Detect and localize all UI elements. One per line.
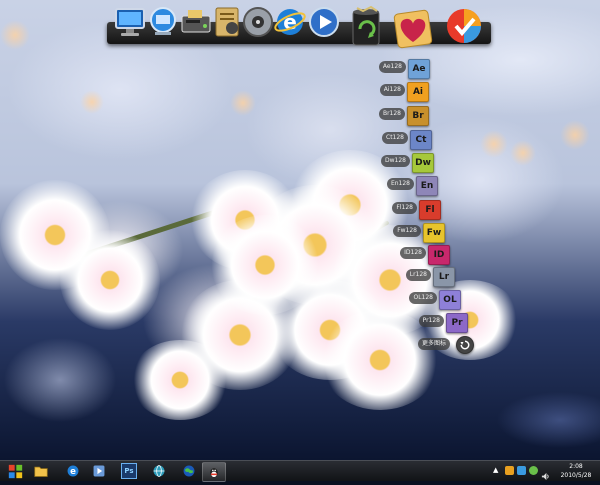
svg-text:e: e	[70, 467, 76, 477]
stack-item[interactable]: Fw128 Fw	[393, 223, 445, 243]
bokeh	[80, 90, 104, 114]
encore-icon[interactable]: En	[416, 176, 438, 196]
start-button[interactable]	[4, 462, 26, 480]
stack-item[interactable]: Ct128 Ct	[382, 130, 432, 150]
stack-item[interactable]: Pr128 Pr	[418, 313, 468, 333]
stack-item[interactable]: En128 En	[386, 176, 438, 196]
stack-item-label: Pr128	[418, 315, 444, 327]
earth-icon[interactable]	[178, 462, 200, 480]
stack-item-label: Lr128	[405, 269, 431, 281]
tray-app-icon[interactable]	[505, 466, 514, 475]
stack-item[interactable]: ID128 ID	[400, 245, 450, 265]
stack-item-more[interactable]: 更多图标	[417, 336, 474, 354]
contribute-icon[interactable]: Ct	[410, 130, 432, 150]
volume-icon[interactable]	[541, 466, 550, 481]
network-globe-icon[interactable]	[148, 462, 170, 480]
stack-item-label: Ai128	[379, 84, 405, 96]
taskbar: e Ps ▲ 2:08 2010/5/28	[0, 460, 600, 482]
check-icon[interactable]	[444, 6, 484, 46]
stack-item[interactable]: Fl128 Fl	[392, 200, 441, 220]
stack-item[interactable]: OL128 OL	[409, 290, 461, 310]
tray-shield-icon[interactable]	[517, 466, 526, 475]
qq-icon[interactable]	[202, 462, 226, 482]
folder-icon[interactable]	[30, 462, 52, 480]
stack-item-label: Dw128	[381, 155, 410, 167]
more-arrow-icon[interactable]	[456, 336, 474, 354]
fireworks-icon[interactable]: Fw	[423, 223, 445, 243]
favorites-heart-icon[interactable]	[390, 6, 436, 52]
desktop-wallpaper	[0, 0, 600, 460]
windows-media-icon[interactable]	[88, 462, 110, 480]
windows-logo-icon	[8, 464, 22, 478]
stack-item-label: OL128	[409, 292, 437, 304]
stack-item[interactable]: Ae128 Ae	[378, 59, 430, 79]
play-icon[interactable]	[306, 4, 342, 40]
recycle-bin-icon[interactable]	[347, 5, 385, 49]
taskbar-clock[interactable]: 2:08 2010/5/28	[556, 462, 596, 480]
bridge-icon[interactable]: Br	[407, 106, 429, 126]
network-status-icon[interactable]	[529, 466, 538, 475]
onlocation-icon[interactable]: OL	[439, 290, 461, 310]
stack-item-label: 更多图标	[417, 338, 450, 350]
bokeh	[560, 120, 590, 150]
clock-date: 2010/5/28	[560, 472, 592, 479]
show-hidden-icons-icon[interactable]: ▲	[493, 466, 502, 475]
stack-item-label: Ae128	[378, 61, 406, 73]
indesign-icon[interactable]: ID	[428, 245, 450, 265]
photoshop-icon-label: Ps	[121, 463, 137, 479]
disk-drive-icon[interactable]	[178, 4, 214, 40]
bokeh	[0, 20, 30, 50]
network-icon[interactable]	[145, 4, 181, 40]
flash-icon[interactable]: Fl	[419, 200, 441, 220]
after-effects-icon[interactable]: Ae	[408, 59, 430, 79]
bokeh	[480, 130, 508, 158]
stack-item-label: Fl128	[392, 202, 417, 214]
photoshop-icon[interactable]: Ps	[118, 462, 140, 480]
stack-item-label: Fw128	[393, 225, 421, 237]
stack-item-label: En128	[386, 178, 414, 190]
internet-explorer-icon[interactable]: e	[272, 4, 308, 40]
dreamweaver-icon[interactable]: Dw	[412, 153, 434, 173]
stack-item-label: ID128	[400, 247, 426, 259]
lightroom-icon[interactable]: Lr	[433, 267, 455, 287]
blossom	[210, 215, 320, 315]
blossom	[130, 340, 230, 420]
stack-item[interactable]: Ai128 Ai	[379, 82, 429, 102]
media-player-icon[interactable]	[240, 4, 276, 40]
stack-item[interactable]: Br128 Br	[378, 106, 429, 126]
bokeh	[510, 140, 536, 166]
illustrator-icon[interactable]: Ai	[407, 82, 429, 102]
stack-item[interactable]: Dw128 Dw	[381, 153, 434, 173]
stack-item[interactable]: Lr128 Lr	[405, 267, 455, 287]
stack-item-label: Ct128	[382, 132, 408, 144]
clock-time: 2:08	[569, 463, 583, 470]
computer-icon[interactable]	[112, 4, 148, 40]
stack-item-label: Br128	[378, 108, 405, 120]
blossom	[60, 230, 160, 330]
bokeh	[230, 90, 256, 116]
premiere-icon[interactable]: Pr	[446, 313, 468, 333]
internet-explorer-icon[interactable]: e	[62, 462, 84, 480]
